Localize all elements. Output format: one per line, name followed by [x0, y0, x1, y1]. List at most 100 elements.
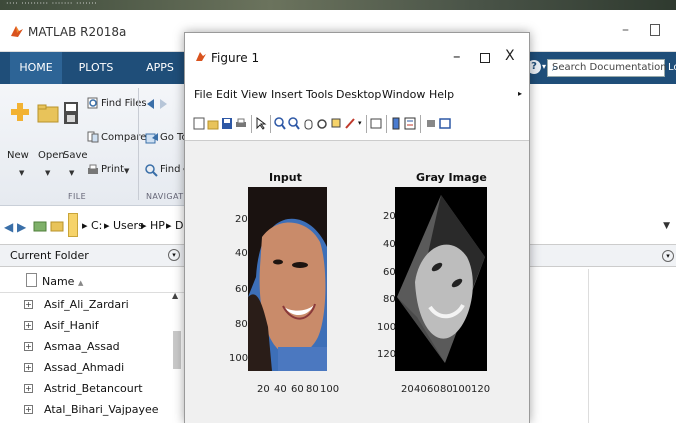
up-folder-icon[interactable]	[33, 219, 47, 232]
list-item[interactable]: + Atal_Bihari_Vajpayee	[0, 400, 185, 421]
go-to-icon[interactable]	[145, 131, 159, 145]
search-documentation-input[interactable]: Search Documentation ⌕	[547, 59, 667, 77]
figure-minimize-icon[interactable]: –	[453, 47, 461, 65]
desktop-strip: ···· ········· ······· ·······	[0, 0, 676, 10]
new-dropdown-icon[interactable]: ▼	[19, 169, 24, 177]
folder-name: Asif_Hanif	[44, 319, 99, 332]
minimize-icon[interactable]: –	[622, 22, 629, 38]
save-label: Save	[63, 150, 88, 161]
print-dropdown-icon[interactable]: ▼	[124, 167, 129, 175]
file-list-scrollbar[interactable]: ▲	[172, 291, 182, 423]
file-group-label: FILE	[68, 192, 87, 201]
desktop-strip-text: ···· ········· ······· ·······	[6, 0, 98, 8]
axes2-ytick: 100	[377, 322, 397, 333]
breadcrumb-sep-3: ▸	[166, 219, 172, 232]
list-item[interactable]: + Asif_Ali_Zardari	[0, 295, 185, 316]
save-dropdown-icon[interactable]: ▼	[69, 169, 74, 177]
find-icon[interactable]	[145, 164, 158, 177]
breadcrumb-c[interactable]: C:	[91, 219, 102, 232]
breadcrumb-users[interactable]: Users	[113, 219, 144, 232]
menu-file[interactable]: File	[194, 88, 212, 101]
login-link[interactable]: Lo	[668, 62, 676, 73]
axes1-title: Input	[269, 171, 302, 184]
menu-view[interactable]: View	[241, 88, 267, 101]
panel-actions-icon[interactable]: ▾	[168, 249, 180, 261]
scroll-thumb[interactable]	[173, 331, 181, 369]
show-plot-tools-icon[interactable]	[439, 117, 451, 130]
find-label[interactable]: Find	[160, 164, 181, 175]
expand-icon[interactable]: +	[24, 384, 33, 393]
expand-icon[interactable]: +	[24, 363, 33, 372]
legend-icon[interactable]	[404, 117, 416, 130]
hide-plot-tools-icon[interactable]	[425, 117, 437, 130]
figure-close-icon[interactable]: X	[505, 48, 515, 64]
breadcrumb-hp[interactable]: HP	[150, 219, 165, 232]
address-bar: ◀ ▶ ▸ C: ▸ Users ▸ HP ▸ Desktop	[0, 207, 220, 245]
back-icon[interactable]: ◀	[4, 220, 13, 234]
open-folder-icon[interactable]	[37, 103, 59, 123]
breadcrumb-sep-0: ▸	[82, 219, 88, 232]
axes2-xtick: 60	[427, 384, 440, 395]
data-cursor-icon[interactable]	[330, 117, 342, 130]
list-item[interactable]: + Astrid_Betancourt	[0, 379, 185, 400]
colorbar-icon[interactable]	[390, 117, 402, 130]
file-column-icon	[26, 273, 37, 287]
figure-maximize-icon[interactable]	[480, 53, 490, 63]
new-figure-icon[interactable]	[193, 117, 205, 130]
compare-label[interactable]: Compare	[101, 132, 146, 143]
print-figure-icon[interactable]	[235, 117, 247, 130]
address-dropdown-icon[interactable]: ▼	[663, 221, 670, 231]
expand-icon[interactable]: +	[24, 342, 33, 351]
find-files-icon[interactable]	[87, 97, 99, 109]
brush-dropdown-icon[interactable]: ▾	[358, 119, 362, 127]
right-panel-actions-icon[interactable]: ▾	[662, 250, 674, 262]
list-item[interactable]: + Assad_Ahmadi	[0, 358, 185, 379]
maximize-icon[interactable]	[650, 24, 660, 36]
scroll-up-icon[interactable]: ▲	[172, 291, 178, 300]
menu-edit[interactable]: Edit	[216, 88, 237, 101]
menu-desktop[interactable]: Desktop	[336, 88, 381, 101]
open-file-icon[interactable]	[207, 117, 219, 130]
print-icon[interactable]	[87, 164, 99, 176]
pointer-icon[interactable]	[255, 117, 267, 130]
brush-icon[interactable]	[344, 117, 356, 130]
forward-icon[interactable]: ▶	[17, 220, 26, 234]
back-forward-icon[interactable]	[146, 98, 168, 110]
save-icon[interactable]	[63, 101, 79, 125]
save-figure-icon[interactable]	[221, 117, 233, 130]
menu-help[interactable]: Help	[429, 88, 454, 101]
zoom-out-icon[interactable]	[288, 117, 300, 130]
rotate-3d-icon[interactable]	[316, 117, 328, 130]
axes1-ytick: 100	[229, 353, 249, 364]
dock-icon[interactable]: ▸	[518, 89, 522, 98]
find-files-label[interactable]: Find Files	[101, 98, 147, 109]
print-label[interactable]: Print	[101, 164, 124, 175]
tab-home[interactable]: HOME	[10, 52, 62, 84]
menu-window[interactable]: Window	[382, 88, 425, 101]
figure-canvas: Input 20 40 60 80 100 20 40 60 80 100 Gr…	[185, 141, 529, 423]
right-panel-header	[530, 245, 676, 267]
tab-apps[interactable]: APPS	[140, 52, 180, 84]
help-dropdown-icon[interactable]: ▾	[542, 62, 546, 71]
expand-icon[interactable]: +	[24, 321, 33, 330]
list-item[interactable]: + Asif_Hanif	[0, 316, 185, 337]
menu-insert[interactable]: Insert	[271, 88, 303, 101]
pan-icon[interactable]	[302, 117, 314, 130]
axes1-ytick: 80	[235, 319, 248, 330]
input-face-graphic	[248, 187, 327, 371]
open-dropdown-icon[interactable]: ▼	[45, 169, 50, 177]
name-column-header[interactable]: Name ▲	[0, 267, 185, 293]
search-icon[interactable]: ⌕	[552, 61, 660, 75]
expand-icon[interactable]: +	[24, 405, 33, 414]
new-icon[interactable]	[9, 101, 31, 123]
axes2-ytick: 20	[383, 211, 396, 222]
expand-icon[interactable]: +	[24, 300, 33, 309]
menu-tools[interactable]: Tools	[306, 88, 333, 101]
browse-folder-icon[interactable]	[50, 219, 64, 232]
tab-plots[interactable]: PLOTS	[72, 52, 120, 84]
axes2-title: Gray Image	[416, 171, 487, 184]
link-plot-icon[interactable]	[370, 117, 382, 130]
zoom-in-icon[interactable]	[274, 117, 286, 130]
list-item[interactable]: + Asmaa_Assad	[0, 337, 185, 358]
compare-icon[interactable]	[87, 131, 99, 143]
